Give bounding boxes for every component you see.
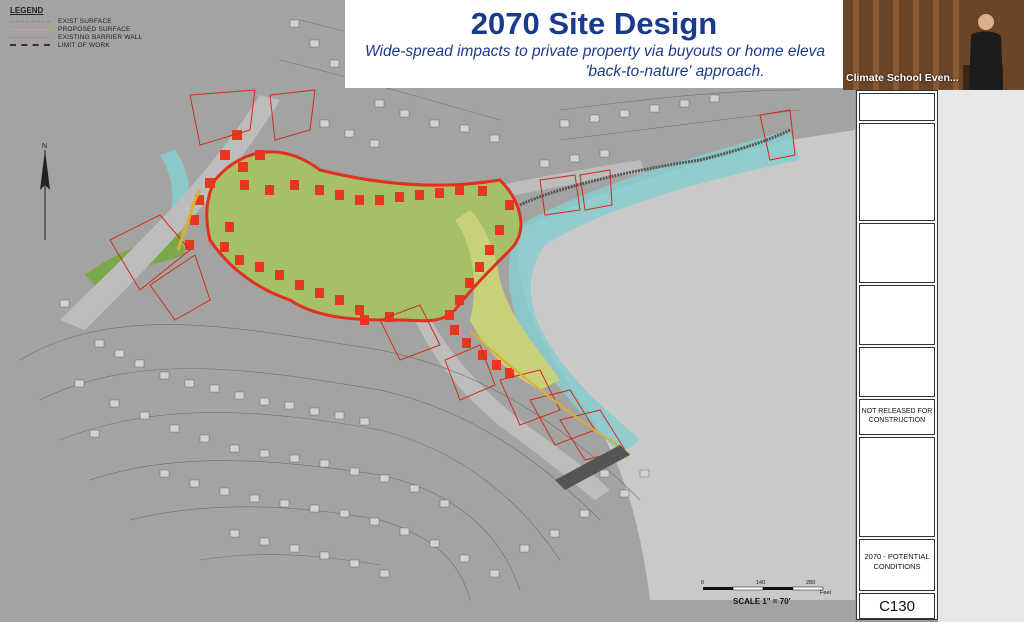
slide-subtitle-line-1: Wide-spread impacts to private property … — [365, 43, 825, 60]
title-block-firm — [859, 93, 935, 121]
title-block-status: NOT RELEASED FOR CONSTRUCTION — [859, 399, 935, 435]
construction-status: NOT RELEASED FOR CONSTRUCTION — [861, 408, 933, 424]
drawing-title-block: NOT RELEASED FOR CONSTRUCTION 2070 - POT… — [856, 90, 938, 620]
legend-swatch — [10, 36, 50, 38]
legend-label: EXISTING BARRIER WALL — [58, 33, 143, 41]
site-plan-canvas: N — [0, 0, 855, 622]
sheet-number: C130 — [879, 598, 915, 615]
scale-unit: Feet — [820, 590, 832, 596]
legend-label: PROPOSED SURFACE — [58, 25, 131, 33]
title-block-notes — [859, 285, 935, 345]
title-block-sheet-name-cell: 2070 - POTENTIAL CONDITIONS — [859, 539, 935, 591]
title-block-sheet-number-cell: C130 — [859, 593, 935, 619]
svg-text:N: N — [42, 143, 47, 150]
site-plan-drawing: N LEGEND EXIST SURFACE PROPOSED SURFACE — [0, 0, 855, 622]
title-block-revisions — [859, 123, 935, 221]
title-block-rev-table — [859, 223, 935, 283]
slide-title: 2070 Site Design — [470, 6, 718, 41]
slide-subtitle-line-2: 'back-to-nature' approach. — [585, 63, 765, 80]
legend-label: EXIST SURFACE — [58, 17, 112, 25]
legend: LEGEND EXIST SURFACE PROPOSED SURFACE EX… — [10, 6, 180, 49]
legend-swatch — [10, 44, 50, 46]
screen: N LEGEND EXIST SURFACE PROPOSED SURFACE — [0, 0, 1024, 622]
legend-swatch — [10, 28, 50, 30]
title-block-seal — [859, 347, 935, 397]
legend-row-exist-surface: EXIST SURFACE — [10, 17, 180, 25]
scale-tick-140: 140 — [756, 580, 766, 586]
legend-row-proposed-surface: PROPOSED SURFACE — [10, 25, 180, 33]
titleblock-margin — [938, 90, 1024, 622]
legend-swatch — [10, 20, 50, 22]
scale-tick-280: 280 — [806, 580, 816, 586]
legend-label: LIMIT OF WORK — [58, 41, 110, 49]
legend-title: LEGEND — [10, 6, 44, 15]
sheet-name: 2070 - POTENTIAL CONDITIONS — [864, 552, 930, 571]
scale-label: SCALE 1" = 70' — [733, 597, 791, 606]
scale-bar — [703, 586, 824, 591]
scale-tick-0: 0 — [701, 580, 705, 586]
slide-title-box: 2070 Site Design Wide-spread impacts to … — [345, 0, 843, 88]
video-participant-label: Climate School Even... — [846, 72, 959, 84]
slide-subtitle: Wide-spread impacts to private property … — [351, 42, 839, 82]
title-block-project-info — [859, 437, 935, 537]
legend-row-limit-of-work: LIMIT OF WORK — [10, 41, 180, 49]
speaker-video-thumbnail[interactable]: Climate School Even... — [843, 0, 1024, 90]
legend-row-barrier-wall: EXISTING BARRIER WALL — [10, 33, 180, 41]
